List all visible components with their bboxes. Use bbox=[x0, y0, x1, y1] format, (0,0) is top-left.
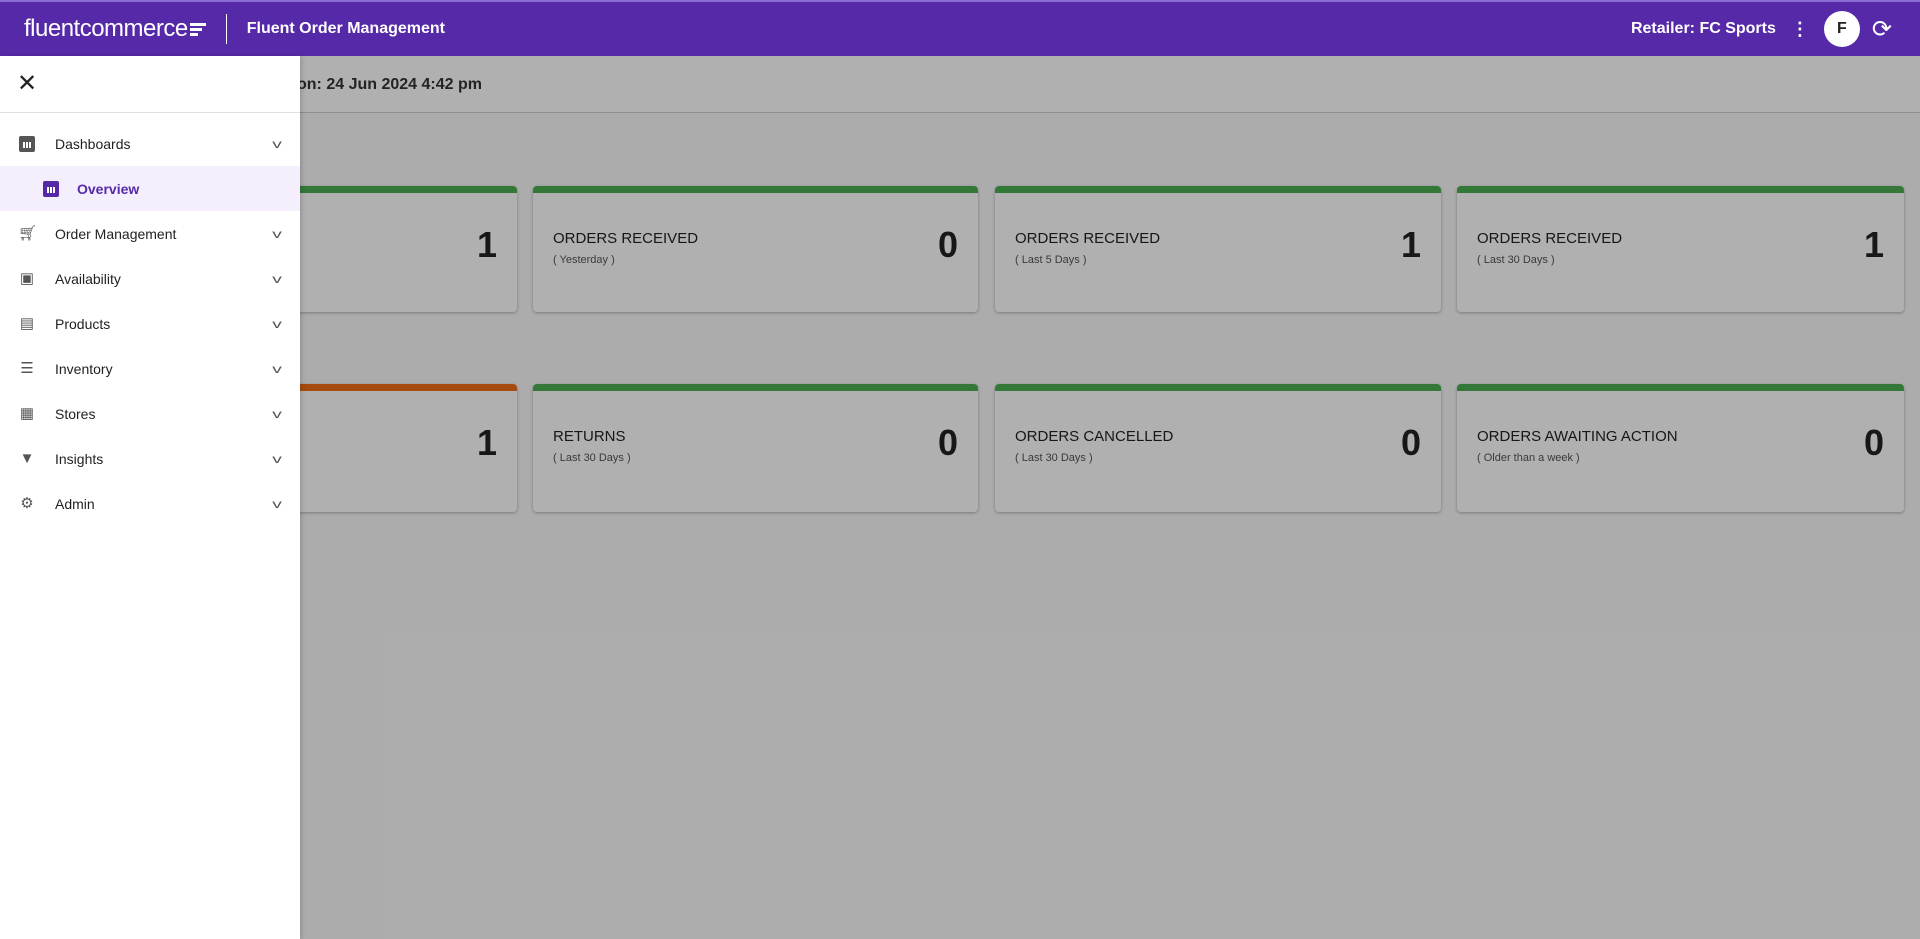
chevron-down-icon: v bbox=[272, 271, 282, 286]
sidebar-item-stores[interactable]: ▦ Stores v bbox=[0, 391, 300, 436]
sidebar-item-label: Overview bbox=[77, 180, 140, 197]
sidebar-item-order-management[interactable]: 🛒︎ Order Management v bbox=[0, 211, 300, 256]
sidebar-item-availability[interactable]: ▣ Availability v bbox=[0, 256, 300, 301]
top-bar: fluentcommerce Fluent Order Management R… bbox=[0, 0, 1920, 56]
app-title: Fluent Order Management bbox=[246, 20, 445, 37]
cart-icon: 🛒︎ bbox=[18, 224, 38, 242]
divider bbox=[225, 14, 227, 44]
list-icon: ☰ bbox=[20, 359, 34, 377]
lightbulb-icon: ▼ bbox=[19, 449, 35, 467]
close-icon[interactable]: ✕ bbox=[0, 56, 300, 113]
chevron-down-icon: v bbox=[272, 406, 282, 421]
sidebar-item-label: Dashboards bbox=[55, 135, 131, 152]
chevron-down-icon: v bbox=[272, 361, 282, 376]
sidebar-item-overview[interactable]: Overview bbox=[0, 166, 300, 211]
user-avatar[interactable]: F bbox=[1823, 11, 1860, 47]
sidebar-item-label: Order Management bbox=[55, 225, 177, 242]
chevron-down-icon: v bbox=[272, 226, 282, 241]
sidebar-item-admin[interactable]: ⚙ Admin v bbox=[0, 481, 300, 526]
sidebar-item-label: Products bbox=[55, 315, 111, 332]
fluentcommerce-logo[interactable]: fluentcommerce bbox=[24, 15, 206, 43]
more-vert-icon[interactable]: ⋮ bbox=[1790, 20, 1810, 38]
chevron-down-icon: v bbox=[272, 496, 282, 511]
sidebar-item-dashboards[interactable]: Dashboards v bbox=[0, 121, 300, 166]
sidebar-item-inventory[interactable]: ☰ Inventory v bbox=[0, 346, 300, 391]
web-icon: ▤ bbox=[19, 314, 35, 332]
chevron-down-icon: v bbox=[272, 136, 282, 151]
sidebar-item-insights[interactable]: ▼ Insights v bbox=[0, 436, 300, 481]
retailer-selector[interactable]: Retailer: FC Sports bbox=[1631, 20, 1776, 38]
briefcase-play-icon: ▣ bbox=[19, 269, 35, 287]
sidebar-item-label: Stores bbox=[55, 405, 96, 422]
gear-icon: ⚙ bbox=[20, 494, 34, 512]
sidebar-item-label: Inventory bbox=[55, 360, 113, 377]
chevron-down-icon: v bbox=[272, 316, 282, 331]
building-icon: ▦ bbox=[19, 404, 35, 422]
logo-text: fluentcommerce bbox=[24, 15, 188, 42]
sidebar-item-label: Availability bbox=[55, 270, 121, 287]
sidebar: ✕ Dashboards v Overview 🛒︎ Order Managemen… bbox=[0, 56, 300, 939]
sidebar-item-products[interactable]: ▤ Products v bbox=[0, 301, 300, 346]
sidebar-item-label: Insights bbox=[55, 450, 104, 467]
refresh-icon[interactable]: ⟳ bbox=[1872, 15, 1892, 44]
logo-bars-icon bbox=[189, 21, 206, 38]
chevron-down-icon: v bbox=[272, 451, 282, 466]
bar-chart-icon bbox=[42, 180, 60, 198]
sidebar-item-label: Admin bbox=[55, 495, 95, 512]
bar-chart-icon bbox=[18, 135, 36, 153]
